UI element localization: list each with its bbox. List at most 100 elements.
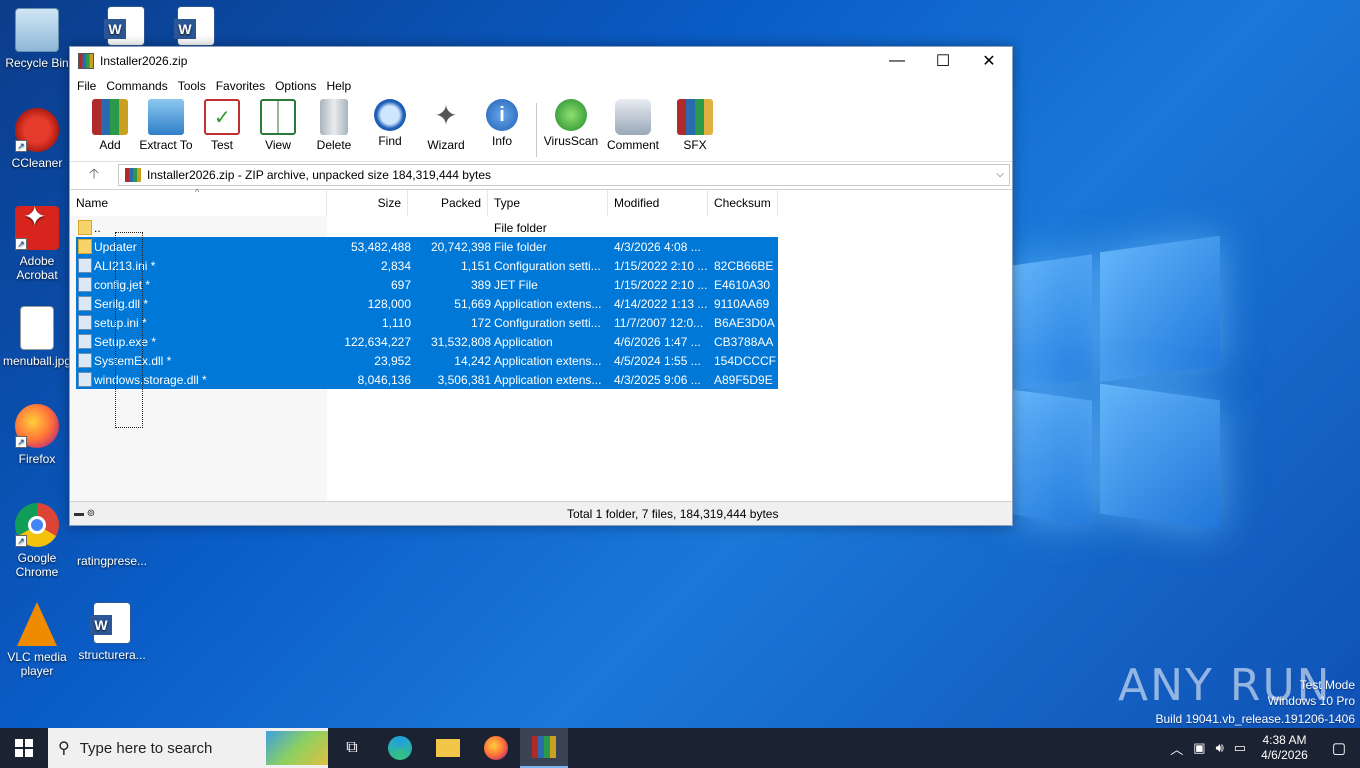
desktop-icon-vlc[interactable]: VLC media player [1,602,73,678]
sfx-button[interactable]: SFX [667,99,723,152]
virusscan-label: VirusScan [543,134,599,148]
desktop-icon-structurera[interactable]: W structurera... [76,602,148,662]
file-type-cell: JET File [494,278,538,292]
status-bar: ▬ ⊚ Total 1 folder, 7 files, 184,319,444… [70,501,1012,525]
comment-button[interactable]: Comment [599,99,667,152]
taskbar-search-box[interactable]: ⚲ Type here to search [48,728,328,768]
file-checksum-cell: E4610A30 [714,278,771,292]
winrar-window[interactable]: Installer2026.zip — ☐ ✕ File Commands To… [69,46,1013,526]
info-label: Info [491,134,512,148]
start-button[interactable] [0,728,48,768]
menu-options[interactable]: Options [270,79,321,93]
clock[interactable]: 4:38 AM 4/6/2026 [1251,733,1318,763]
table-row[interactable]: windows.storage.dll * 8,046,136 3,506,381 A… [76,370,778,389]
meet-now-icon[interactable]: ▣ [1188,740,1210,756]
volume-icon[interactable]: 🔊︎ [1211,740,1229,756]
folder-extract-icon [148,99,184,135]
table-row[interactable]: SystemEx.dll * 23,952 14,242 Application ex… [76,351,778,370]
address-bar: 🡡 Installer2026.zip - ZIP archive, unpac… [70,161,1012,187]
menu-favorites[interactable]: Favorites [211,79,270,93]
info-button[interactable]: i Info [474,99,530,148]
file-icon [78,258,92,273]
firefox-taskbar-button[interactable] [472,728,520,768]
column-header-type[interactable]: Type [488,190,608,216]
toolbar-separator [536,103,537,157]
network-icon[interactable]: ▭ [1229,740,1251,756]
column-header-checksum[interactable]: Checksum [708,190,778,216]
find-button[interactable]: Find [362,99,418,148]
maximize-button[interactable]: ☐ [920,47,966,75]
column-type-label: Type [494,196,521,210]
desktop-icon-firefox[interactable]: ↗ Firefox [1,404,73,466]
folder-icon [436,739,460,757]
column-header-packed[interactable]: Packed [408,190,488,216]
menu-tools[interactable]: Tools [173,79,211,93]
recycle-bin-icon [15,8,59,52]
desktop-icon-word-doc-1[interactable]: W [90,6,162,50]
desktop-icon-google-chrome[interactable]: ↗ Google Chrome [1,503,73,579]
vlc-cone-icon [17,602,57,646]
test-button[interactable]: ✓ Test [194,99,250,152]
extract-to-button[interactable]: Extract To [138,99,194,152]
winrar-app-icon [78,53,94,69]
table-row[interactable]: Updater 53,482,488 20,742,398 File folder 4/… [76,237,778,256]
table-row[interactable]: Setup.exe * 122,634,227 31,532,808 Applicat… [76,332,778,351]
build-text: Build 19041.vb_release.191206-1406 [1155,712,1356,726]
desktop-icon-word-doc-2[interactable]: W [160,6,232,50]
trash-icon [320,99,348,135]
column-modified-label: Modified [614,196,660,210]
desktop-icon-ratingprese[interactable]: ratingprese... [76,520,148,568]
column-header-size[interactable]: Size [327,190,408,216]
delete-label: Delete [316,138,352,152]
view-button[interactable]: View [250,99,306,152]
add-button[interactable]: Add [82,99,138,152]
file-modified-cell: 4/5/2024 1:55 ... [614,354,701,368]
sfx-box-icon [677,99,713,135]
file-list[interactable]: Name ^ Size Packed Type Modified Checksum… [70,187,1012,502]
wizard-button[interactable]: ✦ Wizard [418,99,474,152]
search-icon: ⚲ [58,740,70,757]
up-arrow-icon[interactable]: 🡡 [70,163,118,187]
chevron-up-icon[interactable]: ︿ [1165,739,1188,758]
menu-file[interactable]: File [72,79,101,93]
title-bar[interactable]: Installer2026.zip — ☐ ✕ [70,47,1012,75]
drag-selection-rectangle [115,232,143,428]
drive-icon[interactable]: ▬ ⊚ [70,508,110,519]
file-size-cell: 697 [390,278,411,292]
table-row[interactable]: .. File folder [76,218,778,237]
winrar-icon [532,736,556,758]
file-explorer-taskbar-button[interactable] [424,728,472,768]
path-field[interactable]: Installer2026.zip - ZIP archive, unpacke… [118,163,1010,186]
close-button[interactable]: ✕ [966,47,1012,75]
virusscan-button[interactable]: VirusScan [543,99,599,148]
notifications-icon[interactable]: ▢ [1318,739,1360,757]
edge-taskbar-button[interactable] [376,728,424,768]
acrobat-icon: ✦ ↗ [15,203,59,250]
task-view-button[interactable]: ⧉ [328,728,376,768]
windows-start-icon [15,739,33,757]
toolbar: Add Extract To ✓ Test View Delete Find ✦ W… [70,97,1012,161]
windows-logo-wallpaper [1012,230,1342,560]
table-row[interactable]: ALI213.ini * 2,834 1,151 Configuration sett… [76,256,778,275]
column-header-modified[interactable]: Modified [608,190,708,216]
table-row[interactable]: setup.ini * 1,110 172 Configuration setti..… [76,313,778,332]
file-packed-cell: 51,669 [454,297,491,311]
menu-commands[interactable]: Commands [101,79,172,93]
winrar-taskbar-button[interactable] [520,728,568,768]
chevron-down-icon[interactable]: ⌵ [991,169,1009,180]
table-row[interactable]: Serilg.dll * 128,000 51,669 Application ext… [76,294,778,313]
find-label: Find [378,134,402,148]
table-row[interactable]: config.jet * 697 389 JET File 1/15/2022 2:10… [76,275,778,294]
column-packed-label: Packed [440,196,481,210]
file-checksum-cell: 154DCCCF [714,354,777,368]
file-icon [78,277,92,292]
desktop-icon-recycle-bin[interactable]: Recycle Bin [1,8,73,70]
desktop-icon-menuball[interactable]: menuball.jpg [1,306,73,368]
desktop-icon-ccleaner[interactable]: ↗ CCleaner [1,108,73,170]
column-header-name[interactable]: Name ^ [70,187,327,216]
desktop-icon-adobe-acrobat[interactable]: ✦ ↗ Adobe Acrobat [1,203,73,282]
file-type-cell: Application extens... [494,297,602,311]
menu-help[interactable]: Help [321,79,356,93]
delete-button[interactable]: Delete [306,99,362,152]
minimize-button[interactable]: — [874,47,920,75]
